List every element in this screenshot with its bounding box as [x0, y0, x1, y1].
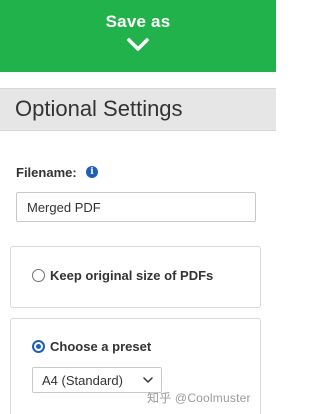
- save-as-button[interactable]: Save as: [0, 0, 276, 72]
- preset-select[interactable]: A4 (Standard): [32, 367, 162, 393]
- keep-original-size-option[interactable]: Keep original size of PDFs: [10, 246, 261, 308]
- keep-original-label: Keep original size of PDFs: [50, 268, 214, 283]
- filename-input[interactable]: [16, 192, 256, 222]
- info-icon[interactable]: i: [86, 166, 98, 178]
- preset-select-value: A4 (Standard): [42, 373, 123, 388]
- keep-original-radio[interactable]: [32, 269, 45, 282]
- page-title: Optional Settings: [15, 96, 183, 121]
- save-as-label: Save as: [105, 12, 171, 31]
- optional-settings-header: Optional Settings: [0, 88, 276, 131]
- chevron-down-icon: [143, 377, 153, 383]
- choose-preset-label: Choose a preset: [50, 339, 152, 354]
- choose-preset-radio[interactable]: [32, 340, 45, 353]
- filename-label: Filename:: [16, 165, 77, 180]
- watermark: 知乎 @Coolmuster: [147, 391, 251, 405]
- chevron-down-icon: [127, 38, 149, 51]
